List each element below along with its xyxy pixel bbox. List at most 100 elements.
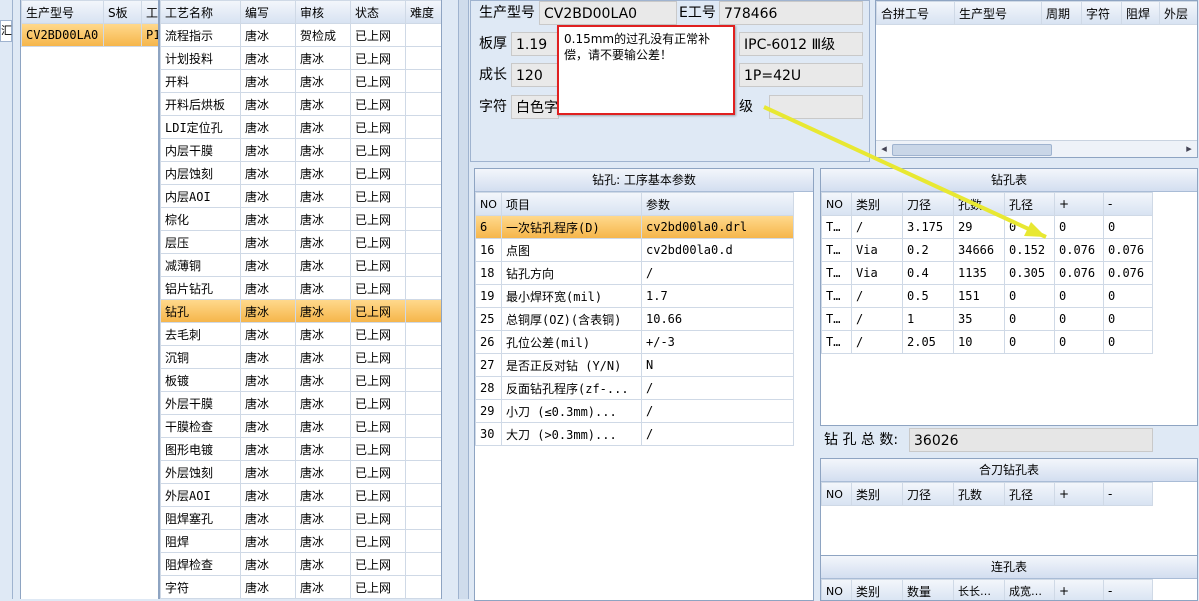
table-row[interactable]: T01/3.17529000 (822, 216, 1153, 239)
column-header[interactable]: 阻焊 (1122, 2, 1160, 25)
column-header[interactable]: + (1055, 483, 1104, 506)
ejob-field[interactable]: 778466 (719, 1, 863, 25)
table-row[interactable]: T02Via0.2346660.1520.0760.076 (822, 239, 1153, 262)
column-header[interactable]: - (1104, 483, 1153, 506)
table-row[interactable]: LDI定位孔唐冰唐冰已上网 (161, 116, 442, 139)
table-row[interactable]: 外层干膜唐冰唐冰已上网 (161, 392, 442, 415)
column-header[interactable]: 刀径 (903, 483, 954, 506)
column-header[interactable]: 成宽mm (1005, 580, 1055, 601)
table-row[interactable]: 减薄铜唐冰唐冰已上网 (161, 254, 442, 277)
ipc-field[interactable]: IPC-6012 Ⅲ级 (739, 32, 863, 56)
column-header[interactable]: 生产型号 (955, 2, 1042, 25)
table-row[interactable]: 30大刀 (>0.3mm).../ (476, 423, 794, 446)
table-row[interactable]: 干膜检查唐冰唐冰已上网 (161, 415, 442, 438)
table-row[interactable]: 29小刀 (≤0.3mm).../ (476, 400, 794, 423)
column-header[interactable]: 类别 (852, 483, 903, 506)
level-label-tail: 级 (739, 95, 753, 119)
table-row[interactable]: 26孔位公差(mil)+/-3 (476, 331, 794, 354)
column-header[interactable]: 长长mm (954, 580, 1005, 601)
table-row[interactable]: 沉铜唐冰唐冰已上网 (161, 346, 442, 369)
table-row[interactable]: CV2BD00LA0 P1 (22, 24, 160, 47)
table-row[interactable]: 钻孔唐冰唐冰已上网 (161, 300, 442, 323)
column-header[interactable]: 难度 (406, 1, 442, 24)
column-header[interactable]: NO (822, 483, 852, 506)
table-row[interactable]: 阻焊塞孔唐冰唐冰已上网 (161, 507, 442, 530)
table-row[interactable]: 棕化唐冰唐冰已上网 (161, 208, 442, 231)
cell: 29 (954, 216, 1005, 239)
panel-field[interactable]: 1P=42U (739, 63, 863, 87)
table-row[interactable]: 16点图cv2bd00la0.d (476, 239, 794, 262)
scroll-right-icon[interactable]: ▸ (1183, 141, 1195, 157)
horizontal-scrollbar[interactable]: ◂ ▸ (876, 140, 1197, 157)
column-header[interactable]: 孔径 (1005, 483, 1055, 506)
cell: 层压 (161, 231, 241, 254)
table-row[interactable]: 阻焊检查唐冰唐冰已上网 (161, 553, 442, 576)
table-row[interactable]: T04/0.5151000 (822, 285, 1153, 308)
cell: 35 (954, 308, 1005, 331)
cell: 已上网 (351, 208, 406, 231)
column-header[interactable]: 孔径 (1005, 193, 1055, 216)
column-header[interactable]: 数量 (903, 580, 954, 601)
table-row[interactable]: 开料后烘板唐冰唐冰已上网 (161, 93, 442, 116)
table-row[interactable]: 铝片钻孔唐冰唐冰已上网 (161, 277, 442, 300)
column-header[interactable]: 周期 (1042, 2, 1082, 25)
table-row[interactable]: 计划投料唐冰唐冰已上网 (161, 47, 442, 70)
column-header[interactable]: NO (822, 193, 852, 216)
column-header[interactable]: 工艺名称 (161, 1, 241, 24)
model-field[interactable]: CV2BD00LA0 (539, 1, 677, 25)
column-header[interactable]: 生产型号 (22, 1, 104, 24)
table-row[interactable]: 内层蚀刻唐冰唐冰已上网 (161, 162, 442, 185)
table-row[interactable]: 28反面钻孔程序(zf-.../ (476, 377, 794, 400)
column-header[interactable]: 刀径 (903, 193, 954, 216)
table-row[interactable]: 板镀唐冰唐冰已上网 (161, 369, 442, 392)
column-header[interactable]: 孔数 (954, 193, 1005, 216)
splitter[interactable] (458, 0, 469, 599)
table-row[interactable]: 阻焊唐冰唐冰已上网 (161, 530, 442, 553)
table-row[interactable]: 外层AOI唐冰唐冰已上网 (161, 484, 442, 507)
table-row[interactable]: 27是否正反对钻 (Y/N)N (476, 354, 794, 377)
table-row[interactable]: 图形电镀唐冰唐冰已上网 (161, 438, 442, 461)
level-field[interactable] (769, 95, 863, 119)
scroll-thumb[interactable] (892, 144, 1052, 156)
table-row[interactable]: T06/2.0510000 (822, 331, 1153, 354)
table-row[interactable]: 层压唐冰唐冰已上网 (161, 231, 442, 254)
table-row[interactable]: 字符唐冰唐冰已上网 (161, 576, 442, 599)
column-header[interactable]: S板 (104, 1, 142, 24)
drill-total-field[interactable]: 36026 (909, 428, 1153, 452)
column-header[interactable]: 字符 (1082, 2, 1122, 25)
table-row[interactable]: T05/135000 (822, 308, 1153, 331)
column-header[interactable]: 类别 (852, 580, 903, 601)
column-header[interactable]: + (1055, 193, 1104, 216)
table-row[interactable]: 6一次钻孔程序(D)cv2bd00la0.drl (476, 216, 794, 239)
scroll-left-icon[interactable]: ◂ (878, 141, 890, 157)
column-header[interactable]: 孔数 (954, 483, 1005, 506)
table-row[interactable]: 19最小焊环宽(mil)1.7 (476, 285, 794, 308)
column-header[interactable]: 审核 (296, 1, 351, 24)
char-field[interactable]: 白色字 (511, 95, 559, 119)
column-header[interactable]: 工 (142, 1, 160, 24)
column-header[interactable]: - (1104, 193, 1153, 216)
table-row[interactable]: 去毛刺唐冰唐冰已上网 (161, 323, 442, 346)
table-row[interactable]: 开料唐冰唐冰已上网 (161, 70, 442, 93)
left-strip-button[interactable]: 汇 (0, 20, 12, 42)
table-row[interactable]: 流程指示唐冰贺检成已上网 (161, 24, 442, 47)
table-row[interactable]: 25总铜厚(OZ)(含表铜)10.66 (476, 308, 794, 331)
column-header[interactable]: 编写 (241, 1, 296, 24)
column-header[interactable]: 外层 (1160, 2, 1198, 25)
table-row[interactable]: 外层蚀刻唐冰唐冰已上网 (161, 461, 442, 484)
thickness-field[interactable]: 1.19 (511, 32, 559, 56)
column-header[interactable]: NO (822, 580, 852, 601)
column-header[interactable]: NO (476, 193, 502, 216)
table-row[interactable]: 18钻孔方向/ (476, 262, 794, 285)
column-header[interactable]: - (1104, 580, 1153, 601)
column-header[interactable]: 参数 (642, 193, 794, 216)
size-field[interactable]: 120 (511, 63, 559, 87)
column-header[interactable]: 项目 (502, 193, 642, 216)
column-header[interactable]: 合拼工号 (877, 2, 955, 25)
table-row[interactable]: 内层AOI唐冰唐冰已上网 (161, 185, 442, 208)
table-row[interactable]: 内层干膜唐冰唐冰已上网 (161, 139, 442, 162)
column-header[interactable]: 状态 (351, 1, 406, 24)
table-row[interactable]: T03Via0.411350.3050.0760.076 (822, 262, 1153, 285)
column-header[interactable]: 类别 (852, 193, 903, 216)
column-header[interactable]: + (1055, 580, 1104, 601)
